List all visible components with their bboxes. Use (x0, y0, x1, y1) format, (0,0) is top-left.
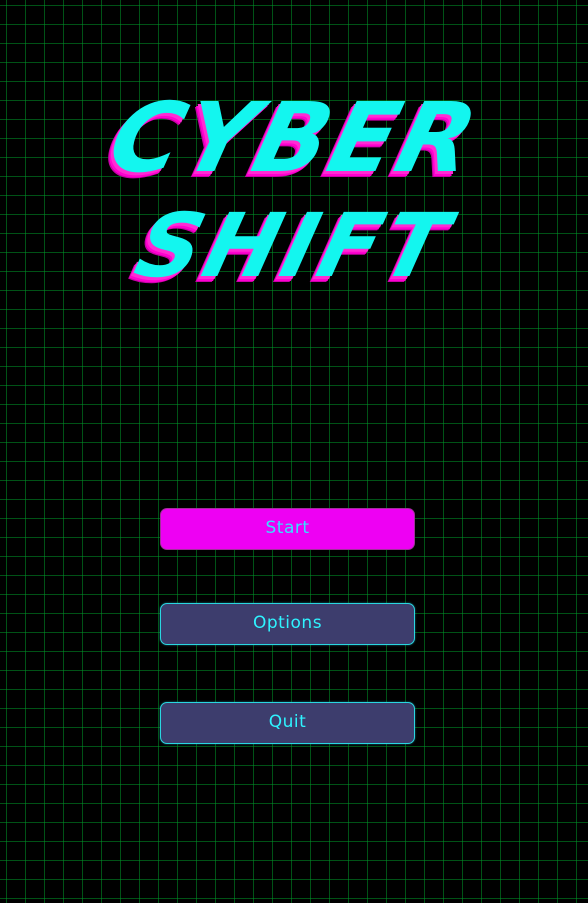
start-button[interactable]: Start (160, 508, 415, 550)
options-button-label: Options (252, 612, 323, 633)
game-title: Cyber Shift (0, 80, 588, 310)
options-button[interactable]: Options (160, 603, 415, 645)
quit-button-label: Quit (268, 711, 307, 732)
start-button-label: Start (265, 517, 310, 538)
game-title-line-1: Cyber (98, 82, 490, 194)
game-title-line-2: Shift (126, 194, 462, 297)
quit-button[interactable]: Quit (160, 702, 415, 744)
